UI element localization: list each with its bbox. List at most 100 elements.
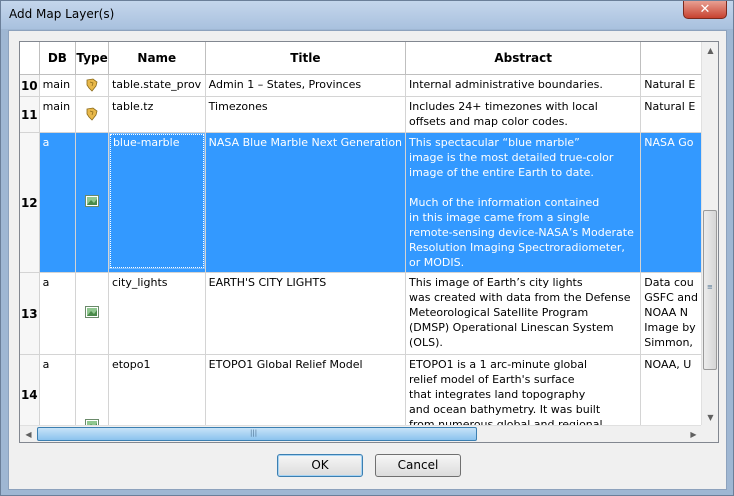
layers-grid: DB Type Name Title Abstract 10 main table.… (19, 41, 719, 443)
title-cell[interactable]: ETOPO1 Global Relief Model (205, 354, 407, 426)
name-value: blue-marble (112, 136, 180, 149)
type-cell[interactable] (75, 354, 109, 426)
horizontal-scroll-thumb[interactable]: ||| (37, 427, 477, 441)
title-cell[interactable]: Timezones (205, 96, 407, 133)
attribution-cell[interactable]: Natural E (640, 96, 702, 133)
table-row[interactable]: 10 main table.state_prov Admin 1 – States, … (20, 74, 702, 97)
title-value: ETOPO1 Global Relief Model (208, 358, 363, 371)
table-row[interactable]: 13 a city_lights EARTH'S CITY LIGHTS This im… (20, 272, 702, 355)
row-number[interactable]: 14 (20, 354, 40, 426)
vertical-scroll-thumb[interactable]: ≡ (703, 210, 717, 370)
raster-layer-icon (85, 306, 100, 321)
attribution-line: NASA Go (644, 136, 694, 149)
db-cell[interactable]: a (39, 272, 77, 355)
type-cell[interactable] (75, 74, 109, 97)
db-cell[interactable]: a (39, 132, 77, 273)
title-value: Timezones (208, 100, 268, 113)
abstract-line: This image of Earth’s city lights (409, 276, 583, 289)
abstract-cell[interactable]: ETOPO1 is a 1 arc-minute global relief mo… (405, 354, 642, 426)
abstract-cell[interactable]: Includes 24+ timezones with local offsets… (405, 96, 642, 133)
db-cell[interactable]: main (39, 96, 77, 133)
row-number[interactable]: 11 (20, 96, 40, 133)
window-title: Add Map Layer(s) (9, 7, 115, 21)
abstract-value: ETOPO1 is a 1 arc-minute global relief mo… (406, 355, 640, 426)
attribution-cell[interactable]: NOAA, U (640, 354, 702, 426)
name-cell[interactable]: table.tz (108, 96, 206, 133)
row-number[interactable]: 13 (20, 272, 40, 355)
name-cell[interactable]: table.state_prov (108, 74, 206, 97)
type-cell[interactable] (75, 96, 109, 133)
grid-body: 10 main table.state_prov Admin 1 – States, … (20, 74, 702, 426)
table-row[interactable]: 11 main table.tz Timezones Includes 24+ time… (20, 96, 702, 133)
attribution-value: Natural E (641, 75, 700, 92)
title-value: NASA Blue Marble Next Generation (208, 136, 403, 149)
attribution-value: NASA Go (641, 133, 700, 150)
title-cell[interactable]: NASA Blue Marble Next Generation (205, 132, 407, 273)
title-cell[interactable]: EARTH'S CITY LIGHTS (205, 272, 407, 355)
abstract-cell[interactable]: Internal administrative boundaries. (405, 74, 642, 97)
thumb-grip-icon: ≡ (707, 283, 713, 291)
name-value: city_lights (111, 276, 168, 289)
name-cell[interactable]: blue-marble (108, 132, 206, 273)
db-cell[interactable]: main (39, 74, 77, 97)
ok-button[interactable]: OK (277, 454, 363, 477)
column-header-attribution[interactable] (640, 42, 702, 75)
attribution-cell[interactable]: Data cou GSFC and NOAA N Image by Simmon, (640, 272, 702, 355)
row-number[interactable]: 12 (20, 132, 40, 273)
name-value: table.state_prov (111, 78, 202, 91)
attribution-line: GSFC and (644, 291, 698, 304)
db-cell[interactable]: a (39, 354, 77, 426)
scroll-down-icon[interactable]: ▼ (702, 409, 718, 426)
attribution-value: Data cou GSFC and NOAA N Image by Simmon, (641, 273, 700, 350)
abstract-line: ETOPO1 is a 1 arc-minute global (409, 358, 588, 371)
attribution-line: Natural E (644, 100, 696, 113)
add-map-layers-dialog: Add Map Layer(s) ✕ DB Type Name Title Ab… (0, 0, 734, 496)
close-button[interactable]: ✕ (683, 1, 727, 19)
vector-layer-icon (84, 106, 100, 125)
column-header-type[interactable]: Type (75, 42, 109, 75)
scroll-up-icon[interactable]: ▲ (702, 42, 718, 59)
vertical-scrollbar[interactable]: ▲ ≡ ▼ (701, 42, 718, 426)
abstract-value: This image of Earth’s city lights was cre… (406, 273, 640, 350)
grid-viewport: DB Type Name Title Abstract 10 main table.… (20, 42, 702, 426)
vector-layer-icon (84, 77, 100, 96)
column-header-title[interactable]: Title (205, 42, 407, 75)
corner-header (20, 42, 40, 75)
abstract-line: (DMSP) Operational Linescan System (409, 321, 614, 334)
title-value: Admin 1 – States, Provinces (208, 78, 362, 91)
row-number[interactable]: 10 (20, 74, 40, 97)
cancel-button[interactable]: Cancel (375, 454, 461, 477)
horizontal-scrollbar[interactable]: ◀ ||| ▶ (20, 425, 702, 442)
raster-layer-icon (85, 195, 100, 210)
type-cell[interactable] (75, 272, 109, 355)
name-cell[interactable]: etopo1 (108, 354, 206, 426)
table-row[interactable]: 12 a blue-marble NASA Blue Marble Next Gene… (20, 132, 702, 273)
attribution-line: NOAA N (644, 306, 689, 319)
attribution-cell[interactable]: Natural E (640, 74, 702, 97)
column-header-db[interactable]: DB (39, 42, 77, 75)
table-row[interactable]: 14 a etopo1 ETOPO1 Global Relief Model ETOPO… (20, 354, 702, 426)
db-value: main (42, 100, 71, 113)
abstract-line: image is the most detailed true-color (409, 151, 614, 164)
focused-cell: blue-marble (108, 133, 205, 269)
attribution-cell[interactable]: NASA Go (640, 132, 702, 273)
db-value: a (42, 276, 50, 289)
abstract-line: offsets and map color codes. (409, 115, 568, 128)
name-cell[interactable]: city_lights (108, 272, 206, 355)
abstract-cell[interactable]: This spectacular “blue marble” image is t… (405, 132, 642, 273)
abstract-line: Includes 24+ timezones with local (409, 100, 598, 113)
abstract-line: was created with data from the Defense (409, 291, 631, 304)
thumb-grip-icon: ||| (250, 429, 258, 437)
column-header-name[interactable]: Name (108, 42, 206, 75)
abstract-line (409, 180, 637, 195)
title-bar[interactable]: Add Map Layer(s) ✕ (1, 1, 733, 29)
type-cell[interactable] (75, 132, 109, 273)
scroll-right-icon[interactable]: ▶ (685, 426, 702, 442)
abstract-line: remote-sensing device-NASA’s Moderate (409, 226, 634, 239)
abstract-line: image of the entire Earth to date. (409, 166, 594, 179)
abstract-cell[interactable]: This image of Earth’s city lights was cre… (405, 272, 642, 355)
title-value: EARTH'S CITY LIGHTS (208, 276, 327, 289)
scroll-left-icon[interactable]: ◀ (20, 426, 37, 442)
title-cell[interactable]: Admin 1 – States, Provinces (205, 74, 407, 97)
column-header-abstract[interactable]: Abstract (405, 42, 642, 75)
